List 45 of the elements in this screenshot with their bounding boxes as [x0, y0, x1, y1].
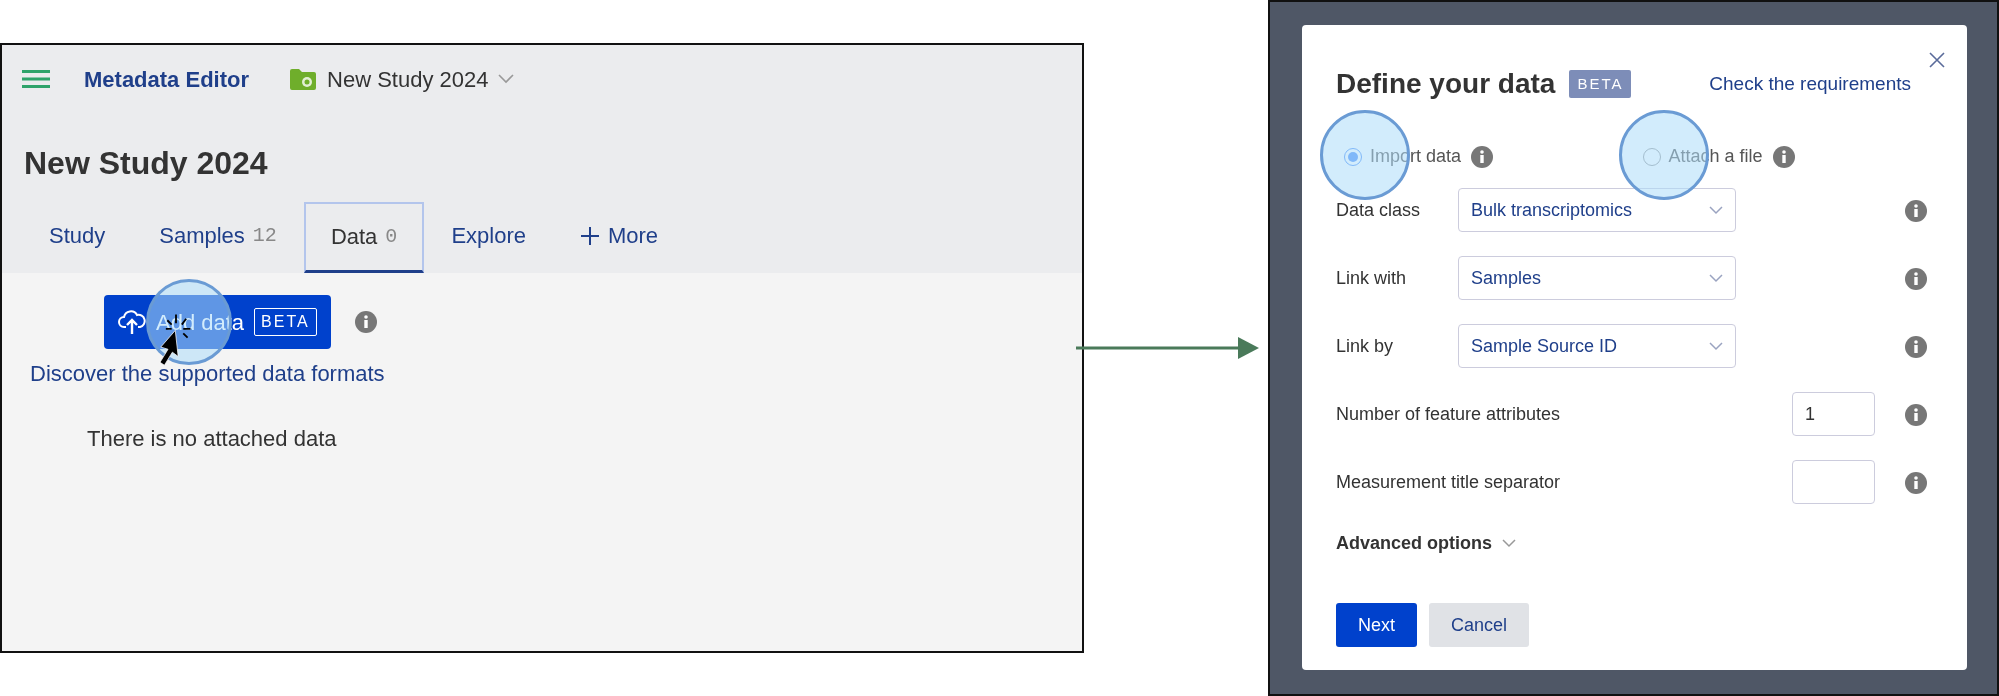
- beta-badge: BETA: [1569, 69, 1632, 99]
- info-icon[interactable]: [1905, 335, 1927, 358]
- next-button[interactable]: Next: [1336, 603, 1417, 647]
- tab[interactable]: Study: [22, 201, 133, 273]
- advanced-options-toggle[interactable]: Advanced options: [1336, 530, 1516, 557]
- chevron-down-icon[interactable]: [498, 74, 515, 84]
- radio-button[interactable]: [1642, 147, 1661, 166]
- dropdown[interactable]: Sample Source ID: [1458, 324, 1736, 368]
- menu-icon[interactable]: [22, 70, 50, 88]
- cloud-upload-icon: [118, 309, 146, 335]
- supported-formats-link[interactable]: Discover the supported data formats: [30, 357, 385, 390]
- dropdown[interactable]: Samples: [1458, 256, 1736, 300]
- page-heading: New Study 2024: [24, 144, 269, 183]
- chevron-down-icon: [1709, 205, 1723, 215]
- input-field[interactable]: [1792, 460, 1875, 504]
- dialog-title: Define your data: [1336, 67, 1556, 101]
- field-label: Link by: [1336, 334, 1395, 358]
- field-label: Number of feature attributes: [1336, 402, 1562, 426]
- info-icon[interactable]: [1905, 403, 1927, 426]
- chevron-down-icon: [1709, 341, 1723, 351]
- tab[interactable]: Samples 12: [132, 201, 304, 273]
- requirements-link[interactable]: Check the requirements: [1709, 69, 1911, 99]
- info-icon[interactable]: [1905, 199, 1927, 222]
- empty-message: There is no attached data: [87, 425, 338, 453]
- info-icon[interactable]: [1905, 267, 1927, 290]
- project-name[interactable]: New Study 2024: [327, 62, 489, 96]
- plus-icon: [579, 225, 600, 246]
- cancel-button[interactable]: Cancel: [1429, 603, 1530, 647]
- radio-button[interactable]: [1344, 147, 1362, 166]
- tab[interactable]: Data 0: [303, 202, 425, 273]
- info-icon: [1471, 145, 1494, 168]
- tab[interactable]: Explore: [424, 201, 553, 273]
- info-icon[interactable]: [354, 311, 377, 333]
- field-label: Measurement title separator: [1336, 470, 1562, 494]
- info-icon: [1772, 145, 1795, 168]
- app-title[interactable]: Metadata Editor: [84, 62, 250, 96]
- folder-icon: [289, 67, 318, 91]
- info-icon[interactable]: [1905, 471, 1927, 494]
- dropdown[interactable]: Bulk transcriptomics: [1458, 188, 1736, 232]
- input-field[interactable]: 1: [1792, 392, 1875, 436]
- field-label: Link with: [1336, 266, 1408, 290]
- field-label: Data class: [1336, 198, 1422, 222]
- chevron-down-icon: [1709, 273, 1723, 283]
- more-tab[interactable]: More: [552, 201, 686, 273]
- beta-badge: BETA: [254, 308, 317, 336]
